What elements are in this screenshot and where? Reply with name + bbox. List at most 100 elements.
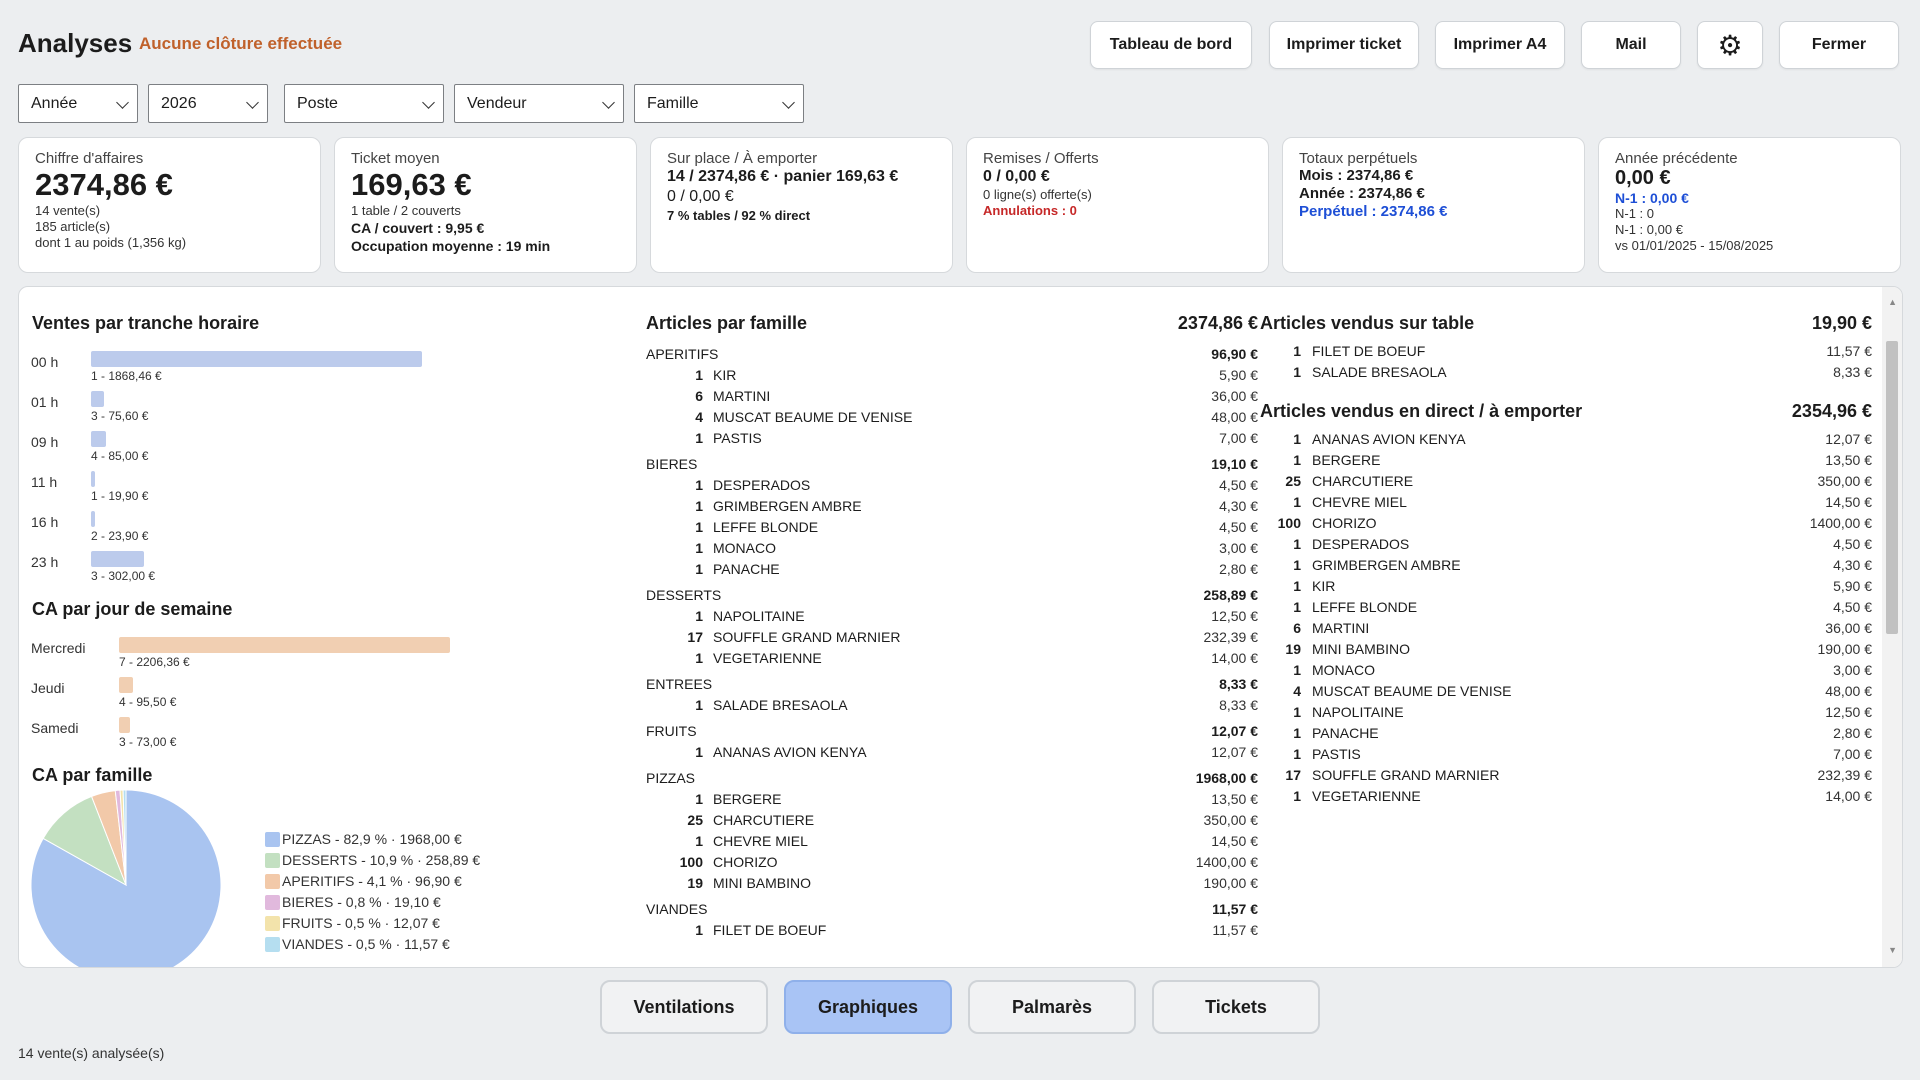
tab-ventilations[interactable]: Ventilations xyxy=(600,980,768,1034)
avg-ticket-tables: 1 table / 2 couverts xyxy=(351,203,461,218)
analysis-panel: Ventes par tranche horaire 00 h 1 - 1868,… xyxy=(18,286,1903,968)
item-name: MUSCAT BEAUME DE VENISE xyxy=(1312,683,1512,699)
item-qty: 1 xyxy=(695,922,703,938)
family-header: DESSERTS 258,89 € xyxy=(646,587,1258,607)
item-name: VEGETARIENNE xyxy=(713,650,822,666)
chevron-down-icon xyxy=(116,96,129,109)
scroll-up-icon[interactable]: ▲ xyxy=(1888,297,1897,307)
family-total: 96,90 € xyxy=(1211,346,1258,362)
list-item: 1 KIR 5,90 € xyxy=(1260,578,1872,598)
discounts-label: Remises / Offerts xyxy=(983,150,1099,167)
chevron-down-icon xyxy=(782,96,795,109)
item-qty: 1 xyxy=(1293,494,1301,510)
list-item: 1 MONACO 3,00 € xyxy=(646,540,1258,560)
item-qty: 1 xyxy=(1293,662,1301,678)
item-name: DESPERADOS xyxy=(1312,536,1410,552)
item-name: CHORIZO xyxy=(713,854,778,870)
list-item: 1 CHEVRE MIEL 14,50 € xyxy=(646,833,1258,853)
item-amount: 4,30 € xyxy=(1219,498,1258,514)
item-name: CHORIZO xyxy=(1312,515,1377,531)
family-header: APERITIFS 96,90 € xyxy=(646,346,1258,366)
bar xyxy=(91,431,106,447)
families-total: 2374,86 € xyxy=(1177,313,1258,333)
list-item: 1 KIR 5,90 € xyxy=(646,367,1258,387)
seller-select[interactable]: Vendeur xyxy=(454,84,624,123)
bar xyxy=(119,677,133,693)
item-name: CHEVRE MIEL xyxy=(1312,494,1407,510)
list-item: 1 SALADE BRESAOLA 8,33 € xyxy=(646,697,1258,717)
discounts-card: Remises / Offerts 0 / 0,00 € 0 ligne(s) … xyxy=(966,137,1269,273)
scrollbar[interactable]: ▲ ▼ xyxy=(1882,287,1902,967)
item-qty: 25 xyxy=(687,812,703,828)
list-item: 25 CHARCUTIERE 350,00 € xyxy=(1260,473,1872,493)
print-a4-button[interactable]: Imprimer A4 xyxy=(1435,21,1565,69)
item-amount: 48,00 € xyxy=(1211,409,1258,425)
item-name: KIR xyxy=(713,367,737,383)
item-name: PANACHE xyxy=(1312,725,1379,741)
item-amount: 232,39 € xyxy=(1817,767,1873,783)
bar-caption: 1 - 1868,46 € xyxy=(91,369,162,383)
list-item: 1 VEGETARIENNE 14,00 € xyxy=(646,650,1258,670)
family-name: FRUITS xyxy=(646,723,697,739)
scroll-down-icon[interactable]: ▼ xyxy=(1888,945,1897,955)
item-name: NAPOLITAINE xyxy=(1312,704,1404,720)
item-qty: 1 xyxy=(695,477,703,493)
item-amount: 12,07 € xyxy=(1825,431,1872,447)
bar-caption: 1 - 19,90 € xyxy=(91,489,149,503)
list-item: 1 MONACO 3,00 € xyxy=(1260,662,1872,682)
item-name: MONACO xyxy=(713,540,776,556)
family-name: PIZZAS xyxy=(646,770,696,786)
list-item: 19 MINI BAMBINO 190,00 € xyxy=(646,875,1258,895)
print-ticket-button[interactable]: Imprimer ticket xyxy=(1269,21,1419,69)
tab-graphiques[interactable]: Graphiques xyxy=(784,980,952,1034)
dashboard-button[interactable]: Tableau de bord xyxy=(1090,21,1252,69)
period-select[interactable]: Année xyxy=(18,84,138,123)
item-qty: 25 xyxy=(1285,473,1301,489)
tab-palmares[interactable]: Palmarès xyxy=(968,980,1136,1034)
close-button[interactable]: Fermer xyxy=(1779,21,1899,69)
item-qty: 17 xyxy=(687,629,703,645)
family-select[interactable]: Famille xyxy=(634,84,804,123)
item-qty: 1 xyxy=(695,608,703,624)
item-name: MINI BAMBINO xyxy=(713,875,812,891)
item-name: BERGERE xyxy=(713,791,782,807)
list-item: 1 FILET DE BOEUF 11,57 € xyxy=(1260,343,1872,363)
family-total: 1968,00 € xyxy=(1195,770,1258,786)
tab-tickets[interactable]: Tickets xyxy=(1152,980,1320,1034)
closure-status: Aucune clôture effectuée xyxy=(139,34,343,53)
discounts-line1: 0 / 0,00 € xyxy=(983,168,1050,185)
list-item: 1 VEGETARIENNE 14,00 € xyxy=(1260,788,1872,808)
item-amount: 7,00 € xyxy=(1833,746,1872,762)
item-name: FILET DE BOEUF xyxy=(1312,343,1426,359)
list-item: 1 DESPERADOS 4,50 € xyxy=(1260,536,1872,556)
list-item: 1 BERGERE 13,50 € xyxy=(646,791,1258,811)
item-name: LEFFE BLONDE xyxy=(1312,599,1418,615)
item-amount: 8,33 € xyxy=(1219,697,1258,713)
list-item: 1 CHEVRE MIEL 14,50 € xyxy=(1260,494,1872,514)
prev-year-card: Année précédente 0,00 € N-1 : 0,00 € N-1… xyxy=(1598,137,1901,273)
revenue-sales: 14 vente(s) xyxy=(35,203,101,218)
legend-swatch xyxy=(265,895,280,910)
list-item: 17 SOUFFLE GRAND MARNIER 232,39 € xyxy=(1260,767,1872,787)
item-amount: 3,00 € xyxy=(1833,662,1872,678)
year-select[interactable]: 2026 xyxy=(148,84,268,123)
item-amount: 13,50 € xyxy=(1825,452,1872,468)
legend-swatch xyxy=(265,937,280,952)
mail-button[interactable]: Mail xyxy=(1581,21,1681,69)
item-amount: 3,00 € xyxy=(1219,540,1258,556)
item-qty: 1 xyxy=(695,561,703,577)
bar-caption: 3 - 302,00 € xyxy=(91,569,156,583)
prev-year-value: 0,00 € xyxy=(1615,167,1671,189)
item-qty: 19 xyxy=(1285,641,1301,657)
station-select[interactable]: Poste xyxy=(284,84,444,123)
legend-label: BIERES - 0,8 % · 19,10 € xyxy=(282,894,441,910)
item-amount: 1400,00 € xyxy=(1195,854,1258,870)
item-amount: 4,30 € xyxy=(1833,557,1872,573)
prev-year-range: vs 01/01/2025 - 15/08/2025 xyxy=(1615,238,1774,253)
item-name: MONACO xyxy=(1312,662,1375,678)
item-name: PASTIS xyxy=(713,430,762,446)
table-items-total: 19,90 € xyxy=(1811,313,1872,333)
list-item: 19 MINI BAMBINO 190,00 € xyxy=(1260,641,1872,661)
scrollbar-thumb[interactable] xyxy=(1886,341,1898,634)
settings-button[interactable]: ⚙ xyxy=(1697,21,1763,69)
